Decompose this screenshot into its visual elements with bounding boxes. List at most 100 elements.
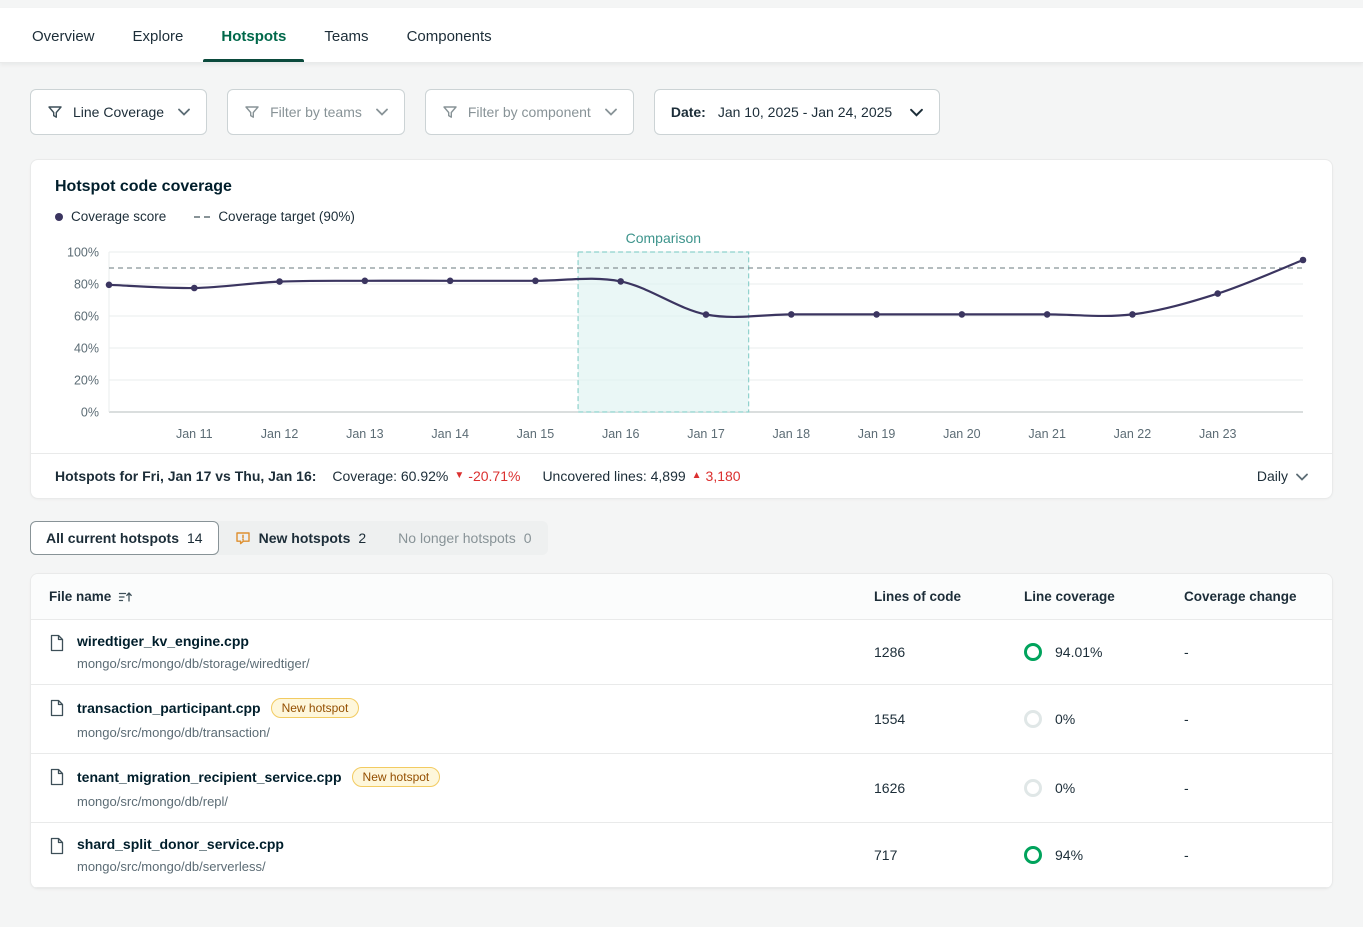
column-file-name[interactable]: File name [31,589,874,604]
coverage-percent: 94.01% [1055,644,1102,660]
tab-components[interactable]: Components [405,8,494,62]
funnel-icon [442,104,458,120]
file-icon [49,768,65,786]
x-tick-label: Jan 18 [773,427,811,441]
data-point[interactable] [703,311,710,318]
chevron-down-icon [1296,468,1308,484]
segment-count: 14 [187,530,203,546]
file-path: mongo/src/mongo/db/serverless/ [77,859,284,874]
segment-count: 2 [358,530,366,546]
data-point[interactable] [532,278,539,285]
legend-coverage-score: Coverage score [55,209,166,224]
lines-of-code-value: 1626 [874,780,1024,796]
target-dash-icon [194,216,210,218]
data-point[interactable] [788,311,795,318]
coverage-ring-icon [1024,846,1042,864]
segment-label: New hotspots [259,530,351,546]
table-row[interactable]: shard_split_donor_service.cpp mongo/src/m… [31,823,1332,888]
data-point[interactable] [191,285,198,292]
alert-bubble-icon [235,530,251,546]
data-point[interactable] [617,278,624,285]
tab-explore[interactable]: Explore [131,8,186,62]
file-path: mongo/src/mongo/db/repl/ [77,794,440,809]
uncovered-lines-value: Uncovered lines: 4,899 [542,468,685,484]
chart-area: 0%20%40%60%80%100%ComparisonJan 11Jan 12… [31,226,1332,451]
tab-hotspots[interactable]: Hotspots [219,8,288,62]
file-path: mongo/src/mongo/db/transaction/ [77,725,359,740]
comparison-summary-label: Hotspots for Fri, Jan 17 vs Thu, Jan 16: [55,468,316,484]
x-tick-label: Jan 17 [687,427,725,441]
component-filter[interactable]: Filter by component [425,89,634,135]
granularity-value: Daily [1257,468,1288,484]
table-row[interactable]: tenant_migration_recipient_service.cpp Ne… [31,754,1332,823]
data-point[interactable] [959,311,966,318]
file-icon [49,837,65,855]
data-point[interactable] [1129,311,1136,318]
data-point[interactable] [1214,290,1221,297]
y-tick-label: 80% [74,278,99,292]
x-tick-label: Jan 21 [1028,427,1066,441]
chevron-down-icon [178,108,190,116]
coverage-delta: ▼ -20.71% [454,468,520,484]
new-hotspot-badge: New hotspot [352,767,441,787]
y-tick-label: 60% [74,310,99,324]
lines-of-code-value: 1286 [874,644,1024,660]
coverage-percent: 0% [1055,780,1075,796]
data-point[interactable] [362,278,369,285]
chevron-down-icon [605,108,617,116]
file-cell: shard_split_donor_service.cpp mongo/src/m… [31,836,874,874]
segment-new-hotspots[interactable]: New hotspots 2 [219,521,383,555]
segment-no-longer-hotspots[interactable]: No longer hotspots0 [382,521,547,555]
segment-all-current-hotspots[interactable]: All current hotspots14 [30,521,219,555]
file-name[interactable]: transaction_participant.cpp [77,700,261,716]
date-label: Date: [671,104,706,120]
comparison-label: Comparison [626,230,701,246]
granularity-dropdown[interactable]: Daily [1257,468,1308,484]
data-point[interactable] [1300,257,1307,264]
table-row[interactable]: transaction_participant.cppNew hotspotmo… [31,685,1332,754]
data-point[interactable] [106,282,113,289]
chart-legend: Coverage score Coverage target (90%) [31,196,1332,226]
data-point[interactable] [873,311,880,318]
y-tick-label: 40% [74,342,99,356]
tab-overview[interactable]: Overview [30,8,97,62]
tab-teams[interactable]: Teams [322,8,370,62]
comparison-region[interactable] [578,252,749,412]
file-name-header-label: File name [49,589,111,604]
line-coverage-cell: 94% [1024,846,1184,864]
table-row[interactable]: wiredtiger_kv_engine.cpp mongo/src/mongo/… [31,620,1332,685]
data-point[interactable] [1044,311,1051,318]
coverage-change-value: - [1184,847,1332,863]
file-name[interactable]: tenant_migration_recipient_service.cpp [77,769,342,785]
teams-filter[interactable]: Filter by teams [227,89,405,135]
file-path: mongo/src/mongo/db/storage/wiredtiger/ [77,656,310,671]
chevron-down-icon [910,108,923,117]
funnel-icon [244,104,260,120]
filters-row: Line Coverage Filter by teams Filter by … [0,63,1363,135]
table-body: wiredtiger_kv_engine.cpp mongo/src/mongo/… [31,620,1332,888]
data-point[interactable] [447,278,454,285]
chart-footer: Hotspots for Fri, Jan 17 vs Thu, Jan 16:… [31,453,1332,498]
column-line-coverage: Line coverage [1024,589,1184,604]
coverage-ring-icon [1024,779,1042,797]
x-tick-label: Jan 15 [517,427,555,441]
data-point[interactable] [276,278,283,285]
date-range-filter[interactable]: Date: Jan 10, 2025 - Jan 24, 2025 [654,89,940,135]
chevron-down-icon [376,108,388,116]
file-icon [49,634,65,652]
coverage-percent: 94% [1055,847,1083,863]
x-tick-label: Jan 20 [943,427,981,441]
file-name[interactable]: shard_split_donor_service.cpp [77,836,284,852]
date-value: Jan 10, 2025 - Jan 24, 2025 [718,104,892,120]
coverage-type-filter[interactable]: Line Coverage [30,89,207,135]
legend-series-label: Coverage score [71,209,166,224]
y-tick-label: 100% [67,246,99,260]
coverage-value: Coverage: 60.92% [332,468,448,484]
coverage-change-value: - [1184,780,1332,796]
sort-ascending-icon [118,590,133,604]
line-coverage-cell: 94.01% [1024,643,1184,661]
x-tick-label: Jan 12 [261,427,299,441]
file-name[interactable]: wiredtiger_kv_engine.cpp [77,633,249,649]
line-coverage-cell: 0% [1024,779,1184,797]
triangle-down-icon: ▼ [454,471,464,481]
